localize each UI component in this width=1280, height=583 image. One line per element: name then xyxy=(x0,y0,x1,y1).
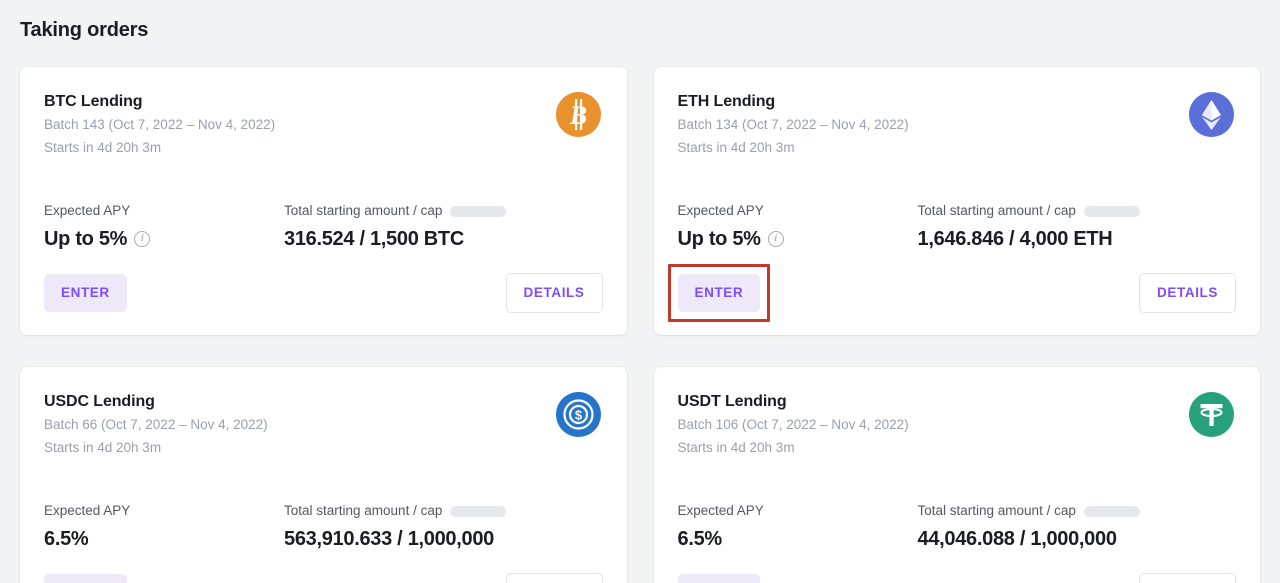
card-batch: Batch 143 (Oct 7, 2022 – Nov 4, 2022) xyxy=(44,117,276,132)
apy-label: Expected APY xyxy=(677,503,764,518)
card-header: BTC Lending Batch 143 (Oct 7, 2022 – Nov… xyxy=(44,91,603,158)
ethereum-icon xyxy=(1189,92,1234,137)
enter-button[interactable]: ENTER xyxy=(44,574,127,583)
card-batch: Batch 134 (Oct 7, 2022 – Nov 4, 2022) xyxy=(677,117,909,132)
stat-apy: Expected APY Up to 5% i xyxy=(44,202,284,253)
cap-label-wrap: Total starting amount / cap xyxy=(918,502,1237,520)
card-starts: Starts in 4d 20h 3m xyxy=(677,140,795,155)
card-title: ETH Lending xyxy=(677,93,776,110)
card-title: BTC Lending xyxy=(44,93,143,110)
cap-value: 1,646.846 / 4,000 ETH xyxy=(917,228,1113,250)
card-stats: Expected APY Up to 5% i Total starting a… xyxy=(678,202,1237,253)
stat-cap: Total starting amount / cap 1,646.846 / … xyxy=(918,202,1237,253)
details-button[interactable]: DETAILS xyxy=(505,273,603,313)
enter-button[interactable]: ENTER xyxy=(44,274,127,312)
cap-progress-bar xyxy=(450,205,507,217)
card-header-text: USDT Lending Batch 106 (Oct 7, 2022 – No… xyxy=(678,391,909,458)
card-title: USDC Lending xyxy=(44,393,155,410)
stat-cap: Total starting amount / cap 563,910.633 … xyxy=(284,502,603,553)
taking-orders-page: Taking orders BTC Lending Batch 143 (Oct… xyxy=(0,0,1280,583)
apy-value: 6.5% xyxy=(677,528,723,550)
card-stats: Expected APY 6.5% Total starting amount … xyxy=(678,502,1237,553)
page-title: Taking orders xyxy=(20,19,149,41)
apy-value-wrap: 6.5% xyxy=(678,525,918,553)
card-header: USDC Lending Batch 66 (Oct 7, 2022 – Nov… xyxy=(44,391,603,458)
lending-card-eth[interactable]: ETH Lending Batch 134 (Oct 7, 2022 – Nov… xyxy=(653,67,1260,335)
cap-label-wrap: Total starting amount / cap xyxy=(284,202,603,220)
stat-apy: Expected APY Up to 5% i xyxy=(678,202,918,253)
apy-value: 6.5% xyxy=(44,528,89,550)
apy-value-wrap: 6.5% xyxy=(44,525,284,553)
lending-card-usdt[interactable]: USDT Lending Batch 106 (Oct 7, 2022 – No… xyxy=(653,367,1260,583)
apy-label: Expected APY xyxy=(44,503,131,518)
card-stats: Expected APY Up to 5% i Total starting a… xyxy=(44,202,603,253)
stat-apy: Expected APY 6.5% xyxy=(678,502,918,553)
card-batch: Batch 106 (Oct 7, 2022 – Nov 4, 2022) xyxy=(677,417,909,432)
usdc-icon: $ xyxy=(555,392,601,437)
lending-card-btc[interactable]: BTC Lending Batch 143 (Oct 7, 2022 – Nov… xyxy=(20,67,627,335)
cap-value: 316.524 / 1,500 BTC xyxy=(284,228,464,250)
info-icon[interactable]: i xyxy=(134,231,151,247)
cap-label-wrap: Total starting amount / cap xyxy=(284,502,603,520)
enter-button[interactable]: ENTER xyxy=(677,574,761,583)
card-batch: Batch 66 (Oct 7, 2022 – Nov 4, 2022) xyxy=(44,417,268,432)
apy-value-wrap: Up to 5% i xyxy=(678,225,918,253)
cap-label: Total starting amount / cap xyxy=(284,203,443,218)
cap-progress-bar xyxy=(450,505,507,517)
apy-value-wrap: Up to 5% i xyxy=(44,225,284,253)
info-icon[interactable]: i xyxy=(767,231,784,247)
card-header: USDT Lending Batch 106 (Oct 7, 2022 – No… xyxy=(678,391,1237,458)
cap-label: Total starting amount / cap xyxy=(284,503,443,518)
details-button[interactable]: DETAILS xyxy=(505,573,603,583)
tether-icon xyxy=(1189,392,1234,437)
details-button[interactable]: DETAILS xyxy=(1139,573,1236,583)
lending-card-grid: BTC Lending Batch 143 (Oct 7, 2022 – Nov… xyxy=(20,67,1260,583)
apy-label: Expected APY xyxy=(44,203,131,218)
cap-value: 563,910.633 / 1,000,000 xyxy=(284,528,494,550)
stat-apy: Expected APY 6.5% xyxy=(44,502,284,553)
card-actions: ENTER DETAILS xyxy=(677,573,1236,583)
card-title: USDT Lending xyxy=(677,393,787,410)
cap-label: Total starting amount / cap xyxy=(917,503,1076,518)
cap-progress-bar xyxy=(1083,205,1140,217)
apy-label: Expected APY xyxy=(677,203,764,218)
card-header-text: USDC Lending Batch 66 (Oct 7, 2022 – Nov… xyxy=(44,391,268,458)
stat-cap: Total starting amount / cap 316.524 / 1,… xyxy=(284,202,603,253)
card-actions: ENTER DETAILS xyxy=(677,273,1236,313)
card-stats: Expected APY 6.5% Total starting amount … xyxy=(44,502,603,553)
details-button[interactable]: DETAILS xyxy=(1139,273,1236,313)
apy-value: Up to 5% xyxy=(44,228,128,250)
svg-text:$: $ xyxy=(574,408,582,423)
stat-cap: Total starting amount / cap 44,046.088 /… xyxy=(918,502,1237,553)
card-header: ETH Lending Batch 134 (Oct 7, 2022 – Nov… xyxy=(678,91,1237,158)
card-actions: ENTER DETAILS xyxy=(44,273,603,313)
cap-label-wrap: Total starting amount / cap xyxy=(918,202,1237,220)
lending-card-usdc[interactable]: USDC Lending Batch 66 (Oct 7, 2022 – Nov… xyxy=(20,367,627,583)
card-starts: Starts in 4d 20h 3m xyxy=(44,440,162,455)
card-header-text: BTC Lending Batch 143 (Oct 7, 2022 – Nov… xyxy=(44,91,275,158)
card-header-text: ETH Lending Batch 134 (Oct 7, 2022 – Nov… xyxy=(678,91,909,158)
enter-button[interactable]: ENTER xyxy=(677,274,761,312)
card-actions: ENTER DETAILS xyxy=(44,573,603,583)
bitcoin-icon: B xyxy=(555,92,601,137)
cap-progress-bar xyxy=(1083,505,1140,517)
svg-text:B: B xyxy=(568,101,586,130)
apy-value: Up to 5% xyxy=(677,228,761,250)
cap-value: 44,046.088 / 1,000,000 xyxy=(917,528,1117,550)
cap-label: Total starting amount / cap xyxy=(917,203,1076,218)
card-starts: Starts in 4d 20h 3m xyxy=(44,140,162,155)
card-starts: Starts in 4d 20h 3m xyxy=(677,440,795,455)
